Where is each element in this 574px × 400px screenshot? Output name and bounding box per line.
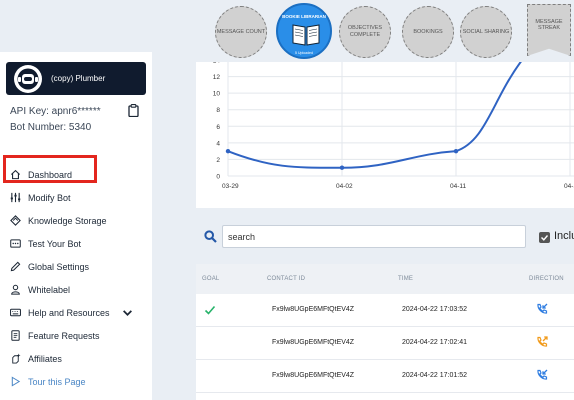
contact-id-cell: Fx9lw8UGpE6MFtQtEV4Z (272, 372, 355, 379)
nav-item-knowledge-storage[interactable]: Knowledge Storage (0, 209, 152, 232)
badge-label: MESSAGE COUNT (216, 28, 266, 35)
time-cell: 2024-04-22 17:01:52 (402, 372, 467, 379)
sparkle-icon (12, 353, 21, 364)
sidebar-nav: Dashboard Modify Bot Knowledge Storage T… (0, 163, 152, 393)
terminal-icon (10, 239, 21, 248)
nav-label: Test Your Bot (28, 238, 82, 249)
bot-logo-icon (14, 64, 42, 93)
achievement-badges: MESSAGE COUNT BOOKIE LIBRARIAN 5 Uploade… (212, 0, 574, 62)
nav-label: Affiliates (28, 353, 62, 364)
play-icon (11, 376, 21, 387)
nav-label: Whitelabel (28, 284, 71, 295)
nav-item-feature-requests[interactable]: Feature Requests (0, 324, 152, 347)
outgoing-call-icon (537, 336, 548, 347)
bot-name: (copy) Plumber (51, 74, 106, 83)
search-bar: search Inclu (196, 220, 574, 260)
badge-bookie-librarian[interactable]: BOOKIE LIBRARIAN 5 Uploaded (276, 3, 332, 59)
table-header: GOAL CONTACT ID TIME DIRECTION (196, 264, 574, 294)
x-tick-label: 03-29 (222, 183, 239, 190)
clipboard-icon[interactable] (128, 104, 139, 117)
include-checkbox-label: Inclu (554, 230, 574, 242)
badge-message-streak[interactable]: MESSAGE STREAK (527, 4, 571, 56)
column-header-goal: GOAL (202, 276, 220, 282)
x-tick-label: 04-11 (450, 183, 467, 190)
incoming-call-icon (537, 303, 548, 314)
y-tick-label: 2 (216, 157, 220, 164)
dashboard-highlight-box (3, 155, 97, 183)
table-row[interactable]: Fx9lw8UGpE6MFtQtEV4Z 2024-04-22 17:02:41 (196, 327, 574, 360)
series-line (227, 62, 522, 169)
search-icon (204, 230, 217, 243)
badge-label: BOOKIE LIBRARIAN (282, 14, 326, 19)
nav-item-global-settings[interactable]: Global Settings (0, 255, 152, 278)
y-tick-label: 0 (216, 174, 220, 181)
badge-bookings[interactable]: BOOKINGS (402, 6, 454, 58)
bot-card[interactable]: (copy) Plumber (6, 62, 146, 95)
nav-item-modify-bot[interactable]: Modify Bot (0, 186, 152, 209)
data-point (225, 148, 231, 154)
badge-label: MESSAGE STREAK (535, 19, 563, 31)
activity-chart-svg: 0 2 4 6 8 10 12 14 03-29 04-02 04-11 04-1 (213, 62, 574, 190)
column-header-contact-id: CONTACT ID (267, 276, 306, 282)
search-input[interactable]: search (222, 225, 526, 248)
pencil-icon (10, 261, 21, 272)
table-row[interactable]: Fx9lw8UGpE6MFtQtEV4Z 2024-04-22 17:01:52 (196, 360, 574, 393)
sliders-icon (10, 192, 21, 203)
nav-item-tour-this-page[interactable]: Tour this Page (0, 370, 152, 393)
column-header-time: TIME (398, 276, 414, 282)
y-tick-label: 4 (216, 140, 220, 147)
chevron-down-icon[interactable] (122, 307, 133, 318)
nav-label: Feature Requests (28, 330, 100, 341)
include-checkbox[interactable] (539, 232, 550, 243)
contact-id-cell: Fx9lw8UGpE6MFtQtEV4Z (272, 339, 355, 346)
conversation-table: GOAL CONTACT ID TIME DIRECTION Fx9lw8UGp… (196, 264, 574, 400)
data-point (453, 148, 459, 154)
book-icon (292, 24, 320, 46)
data-point (339, 165, 345, 170)
nav-label: Help and Resources (28, 307, 110, 318)
y-tick-label: 6 (216, 124, 220, 131)
api-key-text: API Key: apnr6****** (10, 106, 101, 117)
sidebar: (copy) Plumber API Key: apnr6****** Bot … (0, 0, 152, 400)
y-tick-label: 10 (213, 91, 221, 98)
time-cell: 2024-04-22 17:02:41 (402, 339, 467, 346)
contact-id-cell: Fx9lw8UGpE6MFtQtEV4Z (272, 306, 355, 313)
check-icon (541, 235, 549, 241)
y-tick-label: 8 (216, 107, 220, 114)
nav-item-affiliates[interactable]: Affiliates (0, 347, 152, 370)
badge-label: SOCIAL SHARING (462, 28, 510, 35)
user-icon (11, 284, 20, 295)
bot-number-text: Bot Number: 5340 (10, 122, 92, 133)
incoming-call-icon (537, 369, 548, 380)
badge-label: OBJECTIVES COMPLETE (347, 25, 383, 38)
nav-item-help-and-resources[interactable]: Help and Resources (0, 301, 152, 324)
nav-item-whitelabel[interactable]: Whitelabel (0, 278, 152, 301)
column-header-direction: DIRECTION (529, 276, 564, 282)
nav-item-test-your-bot[interactable]: Test Your Bot (0, 232, 152, 255)
x-tick-label: 04-1 (564, 183, 574, 190)
nav-label: Global Settings (28, 261, 90, 272)
badge-sublabel: 5 Uploaded (295, 51, 313, 55)
table-row[interactable]: Fx9lw8UGpE6MFtQtEV4Z 2024-04-22 17:03:52 (196, 294, 574, 327)
badge-label: BOOKINGS (413, 28, 443, 35)
badge-message-count[interactable]: MESSAGE COUNT (215, 6, 267, 58)
nav-label: Knowledge Storage (28, 215, 107, 226)
activity-chart: 0 2 4 6 8 10 12 14 03-29 04-02 04-11 04-1 (196, 62, 574, 208)
nav-label: Modify Bot (28, 192, 71, 203)
x-tick-label: 04-02 (336, 183, 353, 190)
sidebar-top-band (0, 0, 152, 52)
y-tick-label: 14 (213, 62, 221, 65)
document-icon (11, 330, 20, 341)
badge-social-sharing[interactable]: SOCIAL SHARING (460, 6, 512, 58)
goal-check-icon (204, 305, 216, 315)
nav-label: Tour this Page (28, 376, 86, 387)
y-tick-label: 12 (213, 74, 221, 81)
badge-objectives-complete[interactable]: OBJECTIVES COMPLETE (339, 6, 391, 58)
brain-icon (10, 215, 21, 226)
time-cell: 2024-04-22 17:03:52 (402, 306, 467, 313)
keyboard-icon (10, 308, 21, 317)
